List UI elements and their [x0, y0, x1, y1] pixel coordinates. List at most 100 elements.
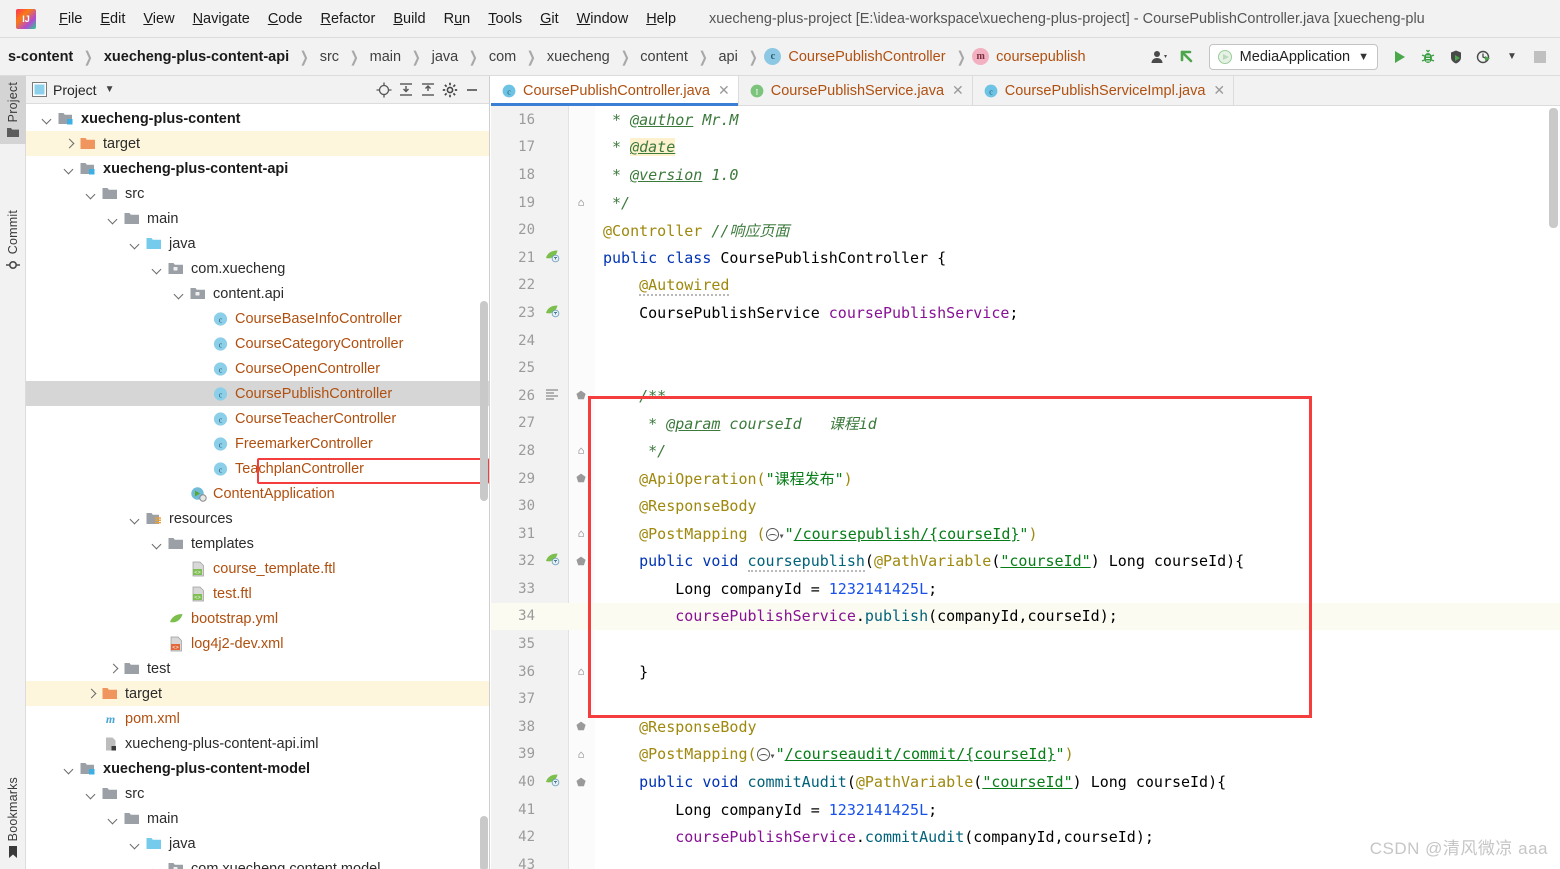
line-number[interactable]: 38 [491, 719, 535, 735]
line-number[interactable]: 17 [491, 139, 535, 155]
line-number[interactable]: 29 [491, 471, 535, 487]
run-button[interactable] [1386, 44, 1414, 70]
chevron-down-icon[interactable] [62, 162, 76, 176]
doc-icon[interactable] [541, 387, 563, 405]
line-number[interactable]: 27 [491, 415, 535, 431]
close-icon[interactable]: ✕ [718, 82, 730, 99]
code-line-30[interactable]: 30 @ResponseBody [491, 492, 1560, 520]
tree-node-xuecheng-plus-content-api-iml[interactable]: xuecheng-plus-content-api.iml [26, 731, 489, 756]
code-line-22[interactable]: 22 @Autowired [491, 272, 1560, 300]
code-line-27[interactable]: 27 * @param courseId 课程id [491, 410, 1560, 438]
collapse-all-icon[interactable] [417, 79, 439, 101]
code-line-34[interactable]: 34 coursePublishService.publish(companyI… [491, 602, 1560, 631]
chevron-right-icon[interactable] [62, 137, 76, 151]
user-profile-icon[interactable] [1145, 44, 1173, 70]
editor-tab-coursepublishserviceimpl-java[interactable]: c CoursePublishServiceImpl.java ✕ [972, 76, 1235, 105]
web-icon[interactable] [541, 773, 563, 791]
autowired-icon[interactable] [541, 304, 563, 322]
debug-button[interactable] [1414, 44, 1442, 70]
tree-node-pom-xml[interactable]: m pom.xml [26, 706, 489, 731]
chevron-down-icon[interactable] [84, 787, 98, 801]
menu-item-refactor[interactable]: Refactor [312, 8, 385, 30]
sidebar-item-commit[interactable]: Commit [0, 204, 26, 278]
line-number[interactable]: 30 [491, 498, 535, 514]
code-line-33[interactable]: 33 Long companyId = 1232141425L; [491, 575, 1560, 603]
tree-node-coursebaseinfocontroller[interactable]: c CourseBaseInfoController [26, 306, 489, 331]
fold-marker[interactable]: ⬟ [573, 776, 589, 789]
menu-item-build[interactable]: Build [384, 8, 434, 30]
chevron-down-icon[interactable] [128, 512, 142, 526]
editor-scrollbar[interactable] [1549, 108, 1558, 228]
chevron-down-icon[interactable] [62, 762, 76, 776]
code-line-29[interactable]: 29 ⬟ @ApiOperation("课程发布") [491, 465, 1560, 493]
tree-node-test[interactable]: test [26, 656, 489, 681]
line-number[interactable]: 42 [491, 829, 535, 845]
chevron-down-icon[interactable]: ▼ [105, 84, 115, 95]
line-number[interactable]: 37 [491, 691, 535, 707]
tree-node-courseopencontroller[interactable]: c CourseOpenController [26, 356, 489, 381]
chevron-right-icon[interactable] [106, 662, 120, 676]
updates-arrow-icon[interactable] [1173, 44, 1201, 70]
editor-tab-coursepublishcontroller-java[interactable]: c CoursePublishController.java ✕ [491, 76, 739, 106]
breadcrumb-item-java[interactable]: java [428, 49, 463, 65]
bean-icon[interactable] [541, 249, 563, 267]
editor-tab-coursepublishservice-java[interactable]: I CoursePublishService.java ✕ [738, 76, 973, 105]
code-line-32[interactable]: 32 ⬟ public void coursepublish(@PathVaria… [491, 548, 1560, 576]
tree-node-bootstrap-yml[interactable]: bootstrap.yml [26, 606, 489, 631]
tree-node-com-xuecheng-content-model[interactable]: com.xuecheng.content.model [26, 856, 489, 869]
menu-item-file[interactable]: File [50, 8, 91, 30]
menu-item-navigate[interactable]: Navigate [184, 8, 259, 30]
tree-node-course-template-ftl[interactable]: <> course_template.ftl [26, 556, 489, 581]
chevron-down-icon[interactable] [150, 862, 164, 869]
code-line-19[interactable]: 19 ⌂ */ [491, 189, 1560, 217]
tree-node-java[interactable]: java [26, 231, 489, 256]
fold-marker[interactable]: ⌂ [573, 196, 589, 209]
breadcrumb-item-xuecheng[interactable]: xuecheng [543, 49, 614, 65]
line-number[interactable]: 31 [491, 526, 535, 542]
stop-button[interactable] [1526, 44, 1554, 70]
tree-node-main[interactable]: main [26, 206, 489, 231]
code-line-35[interactable]: 35 [491, 630, 1560, 658]
select-opened-file-icon[interactable] [373, 79, 395, 101]
tree-node-coursecategorycontroller[interactable]: c CourseCategoryController [26, 331, 489, 356]
line-number[interactable]: 28 [491, 443, 535, 459]
tree-node-templates[interactable]: templates [26, 531, 489, 556]
close-icon[interactable]: ✕ [952, 82, 964, 99]
project-tree-scrollbar[interactable] [480, 301, 488, 501]
code-line-31[interactable]: 31 ⌂ @PostMapping (▾"/coursepublish/{cour… [491, 520, 1560, 548]
menu-item-view[interactable]: View [134, 8, 183, 30]
sidebar-item-bookmarks[interactable]: Bookmarks [0, 771, 26, 865]
menu-item-window[interactable]: Window [568, 8, 638, 30]
fold-marker[interactable]: ⌂ [573, 444, 589, 457]
chevron-down-icon[interactable] [150, 262, 164, 276]
chevron-right-icon[interactable] [84, 687, 98, 701]
code-line-26[interactable]: 26 ⬟ /** [491, 382, 1560, 410]
tree-node-coursepublishcontroller[interactable]: c CoursePublishController [26, 381, 489, 406]
code-line-40[interactable]: 40 ⬟ public void commitAudit(@PathVariabl… [491, 768, 1560, 796]
line-number[interactable]: 40 [491, 774, 535, 790]
code-line-17[interactable]: 17 * @date [491, 134, 1560, 162]
code-line-28[interactable]: 28 ⌂ */ [491, 437, 1560, 465]
breadcrumb-item-content[interactable]: content [636, 49, 692, 65]
chevron-down-icon[interactable] [84, 187, 98, 201]
run-configuration-selector[interactable]: MediaApplication ▼ [1208, 43, 1378, 70]
tree-node-teachplancontroller[interactable]: c TeachplanController [26, 456, 489, 481]
line-number[interactable]: 16 [491, 112, 535, 128]
fold-marker[interactable]: ⌂ [573, 527, 589, 540]
line-number[interactable]: 41 [491, 802, 535, 818]
tree-node-courseteachercontroller[interactable]: c CourseTeacherController [26, 406, 489, 431]
breadcrumb-item-coursepublish[interactable]: m coursepublish [972, 48, 1089, 65]
tree-node-main[interactable]: main [26, 806, 489, 831]
code-editor[interactable]: 16 * @author Mr.M 17 * @date 18 * @version… [491, 106, 1560, 869]
line-number[interactable]: 43 [491, 857, 535, 869]
menu-item-code[interactable]: Code [259, 8, 312, 30]
tree-node-target[interactable]: target [26, 131, 489, 156]
breadcrumb-item-coursepublishcontroller[interactable]: c CoursePublishController [764, 48, 949, 65]
tree-node-content-api[interactable]: content.api [26, 281, 489, 306]
breadcrumb-item-xuecheng-plus-content-api[interactable]: xuecheng-plus-content-api [100, 49, 293, 65]
line-number[interactable]: 39 [491, 746, 535, 762]
tree-node-java[interactable]: java [26, 831, 489, 856]
line-number[interactable]: 19 [491, 195, 535, 211]
menu-item-tools[interactable]: Tools [479, 8, 531, 30]
menu-item-git[interactable]: Git [531, 8, 568, 30]
